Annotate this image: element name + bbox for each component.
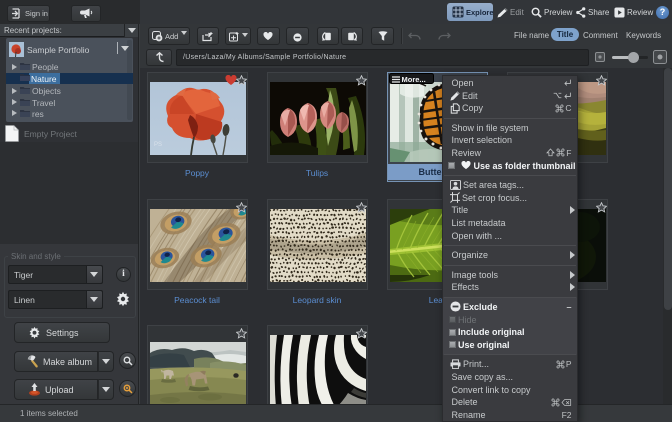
svg-text:PS: PS [154, 142, 162, 148]
